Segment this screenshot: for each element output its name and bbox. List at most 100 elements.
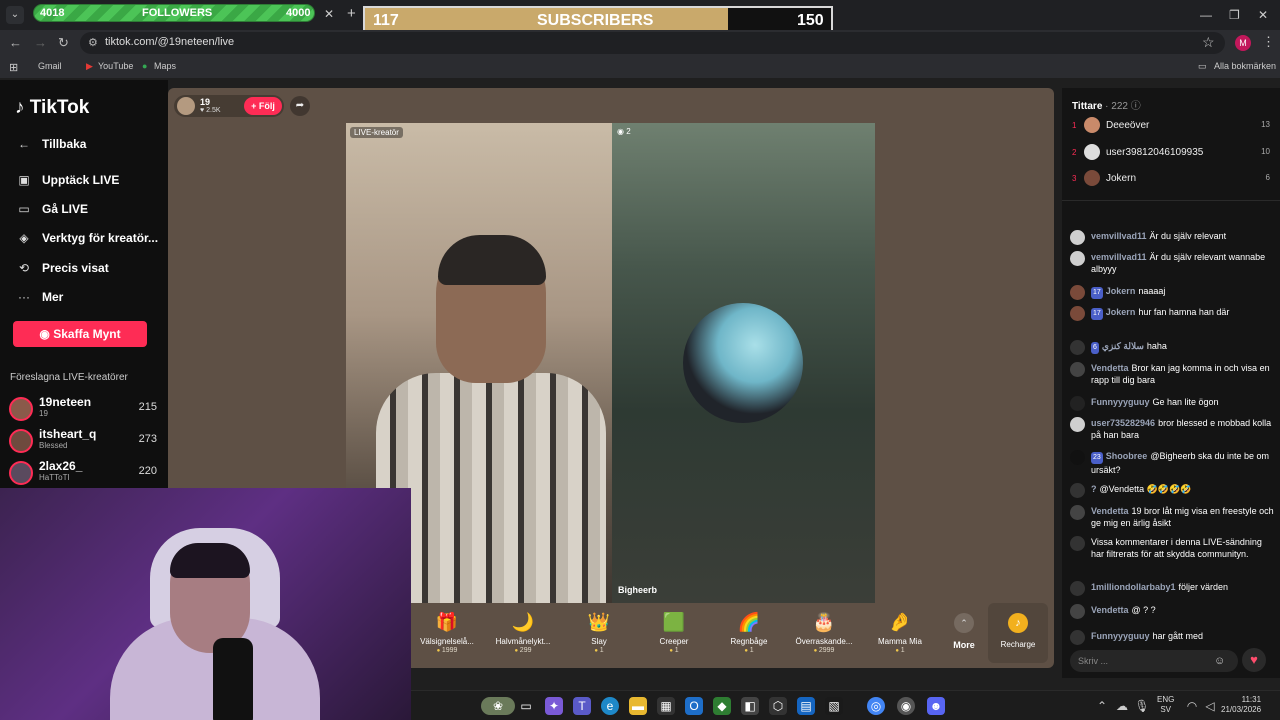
- gift-item[interactable]: 🤌 Mamma Mia1: [864, 603, 936, 663]
- creator-name: 19neteen: [39, 395, 92, 409]
- gift-item[interactable]: 🎁 Välsignelselå...1999: [411, 603, 483, 663]
- emoji-icon[interactable]: ☺: [1214, 655, 1225, 667]
- back-arrow-icon[interactable]: ←: [9, 35, 22, 50]
- gift-item[interactable]: 🎂 Överraskande...2999: [788, 603, 860, 663]
- top-viewer[interactable]: 1 Deeeöver 13: [1072, 117, 1272, 137]
- all-bookmarks-link[interactable]: Alla bokmärken: [1214, 61, 1276, 71]
- reload-icon[interactable]: ↻: [58, 35, 69, 51]
- volume-icon[interactable]: ◁: [1201, 697, 1219, 715]
- back-link[interactable]: ← Tillbaka: [15, 137, 86, 151]
- followers-label: FOLLOWERS: [142, 7, 213, 19]
- new-tab-icon[interactable]: +: [347, 5, 356, 22]
- tray-chevron-icon[interactable]: ⌃: [1093, 697, 1111, 715]
- gift-item[interactable]: 🌙 Halvmånelykt...299: [487, 603, 559, 663]
- obs-icon[interactable]: ◉: [897, 697, 915, 715]
- bookmark-maps[interactable]: Maps: [154, 61, 176, 71]
- edge-icon[interactable]: e: [601, 697, 619, 715]
- gift-item[interactable]: 🟩 Creeper1: [638, 603, 710, 663]
- host-likes: ♥ 2.5K: [200, 107, 221, 114]
- minimize-icon[interactable]: —: [1200, 8, 1212, 22]
- language-indicator[interactable]: ENG SV: [1157, 695, 1174, 715]
- tab-close-icon[interactable]: ✕: [324, 7, 334, 21]
- avatar: [1070, 251, 1085, 266]
- tiktok-sidebar: ♪ TikTok ← Tillbaka ▣ Upptäck LIVE ▭ Gå LIV…: [0, 80, 168, 490]
- outlook-icon[interactable]: O: [685, 697, 703, 715]
- tools-icon: ◈: [19, 231, 29, 245]
- chat-user[interactable]: Funnyyyguuy: [1091, 631, 1150, 641]
- suggested-creator[interactable]: itsheart_q Blessed 273: [9, 427, 161, 453]
- copilot-icon[interactable]: ✦: [545, 697, 563, 715]
- shield-icon[interactable]: ◆: [713, 697, 731, 715]
- apps-grid-icon[interactable]: ⊞: [9, 61, 18, 74]
- profile-avatar[interactable]: M: [1235, 35, 1251, 51]
- restore-icon[interactable]: ❐: [1229, 8, 1240, 22]
- guest-video[interactable]: ◉ 2 Bigheerb: [612, 123, 875, 603]
- sidebar-item-go-live[interactable]: ▭ Gå LIVE: [15, 202, 88, 216]
- clock[interactable]: 11:31 21/03/2026: [1221, 695, 1261, 715]
- teams-icon[interactable]: T: [573, 697, 591, 715]
- discord-icon[interactable]: ☻: [927, 697, 945, 715]
- chat-user[interactable]: Jokern: [1106, 307, 1136, 317]
- bookmark-youtube[interactable]: YouTube: [98, 61, 133, 71]
- chat-text: @Vendetta 🤣🤣🤣🤣: [1099, 484, 1192, 494]
- chat-text: följer värden: [1178, 582, 1229, 592]
- like-heart-icon[interactable]: ♥: [1242, 648, 1266, 672]
- store-icon[interactable]: ▦: [657, 697, 675, 715]
- widgets-icon[interactable]: ❀: [481, 697, 515, 715]
- chat-user[interactable]: vemvillvad11: [1091, 231, 1147, 241]
- chat-message: vemvillvad11 Är du själv relevant wannabe…: [1070, 251, 1274, 275]
- hexagon-app-icon[interactable]: ⬡: [769, 697, 787, 715]
- sidebar-item-creator-tools[interactable]: ◈ Verktyg för kreatör...: [15, 231, 158, 245]
- forward-arrow-icon[interactable]: →: [34, 35, 47, 50]
- window-close-icon[interactable]: ✕: [1258, 8, 1268, 22]
- chat-user[interactable]: 1milliondollarbaby1: [1091, 582, 1176, 592]
- recharge-button[interactable]: ♪ Recharge: [988, 603, 1048, 663]
- chat-user[interactable]: Vendetta: [1091, 506, 1129, 516]
- tab-search-button[interactable]: ⌄: [6, 6, 24, 24]
- gift-item[interactable]: 🌈 Regnbåge1: [713, 603, 785, 663]
- chat-user[interactable]: سلالة كنزي: [1102, 341, 1144, 351]
- file-explorer-icon[interactable]: ▬: [629, 697, 647, 715]
- follow-button[interactable]: + Följ: [244, 97, 282, 115]
- top-viewer[interactable]: 3 Jokern 6: [1072, 170, 1272, 190]
- suggested-creator[interactable]: 19neteen 19 215: [9, 395, 161, 421]
- chat-user[interactable]: user735282946: [1091, 418, 1155, 428]
- chat-input[interactable]: Skriv ...: [1070, 650, 1238, 672]
- m365-icon[interactable]: ◧: [741, 697, 759, 715]
- avatar: [9, 397, 33, 421]
- sidebar-item-discover-live[interactable]: ▣ Upptäck LIVE: [15, 173, 119, 187]
- chat-user[interactable]: Vendetta: [1091, 363, 1129, 373]
- chrome-icon[interactable]: ◎: [867, 697, 885, 715]
- chat-user[interactable]: Jokern: [1106, 286, 1136, 296]
- bookmark-star-icon[interactable]: ☆: [1202, 34, 1215, 51]
- chat-user[interactable]: Vendetta: [1091, 605, 1129, 615]
- level-badge: 17: [1091, 287, 1103, 299]
- chat-user[interactable]: vemvillvad11: [1091, 252, 1147, 262]
- sidebar-item-more[interactable]: ··· Mer: [15, 290, 63, 304]
- gift-item[interactable]: 👑 Slay1: [563, 603, 635, 663]
- site-info-icon[interactable]: ⚙: [88, 36, 98, 49]
- share-icon[interactable]: ➦: [290, 96, 310, 116]
- top-viewer[interactable]: 2 user39812046109935 10: [1072, 144, 1272, 164]
- app-icon[interactable]: ▤: [797, 697, 815, 715]
- mic-icon[interactable]: 🎙: [1133, 697, 1151, 715]
- get-coins-button[interactable]: ◉ Skaffa Mynt: [13, 321, 147, 347]
- info-icon[interactable]: ⓘ: [1131, 101, 1141, 112]
- sidebar-item-recently-watched[interactable]: ⟲ Precis visat: [15, 261, 109, 275]
- chat-user[interactable]: Funnyyyguuy: [1091, 397, 1150, 407]
- gift-icon: 🎂: [812, 612, 836, 632]
- photos-icon[interactable]: ▧: [825, 697, 843, 715]
- chat-user[interactable]: ?: [1091, 484, 1097, 494]
- wifi-icon[interactable]: ◠: [1183, 697, 1201, 715]
- bookmark-gmail[interactable]: Gmail: [38, 61, 62, 71]
- chat-user[interactable]: Shoobree: [1106, 451, 1148, 461]
- chat-message: Funnyyyguuy har gått med: [1070, 630, 1274, 645]
- url-bar[interactable]: ⚙ tiktok.com/@19neteen/live ☆: [80, 32, 1225, 54]
- cloud-icon[interactable]: ☁: [1113, 697, 1131, 715]
- tiktok-logo[interactable]: ♪ TikTok: [15, 97, 89, 119]
- browser-menu-icon[interactable]: ⋮: [1262, 34, 1275, 50]
- task-view-icon[interactable]: ▭: [517, 697, 535, 715]
- youtube-icon: ▶: [86, 61, 93, 71]
- suggested-creator[interactable]: 2lax26_ HaTToTI 220: [9, 459, 161, 485]
- more-gifts-button[interactable]: ⌃ More: [944, 603, 984, 663]
